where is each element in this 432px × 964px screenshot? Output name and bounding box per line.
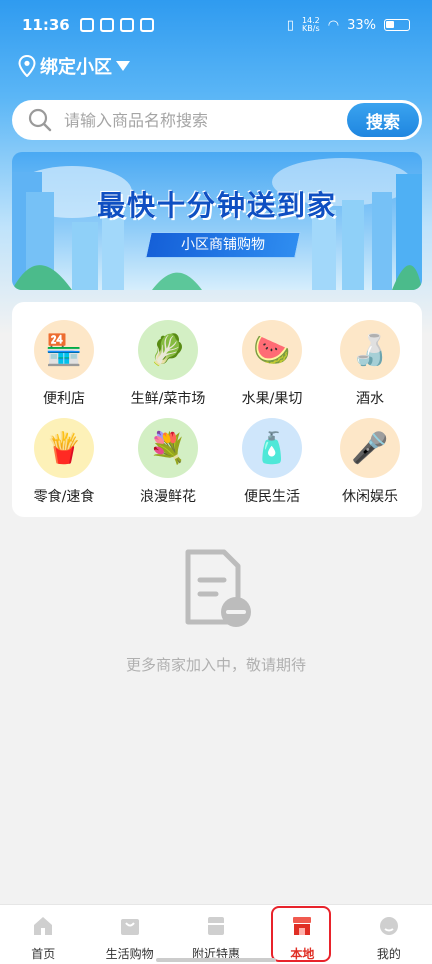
category-label: 酒水 (356, 391, 384, 407)
category-fresh-market[interactable]: 🥬 生鲜/菜市场 (116, 320, 220, 408)
liquor-icon: 🍶 (340, 320, 400, 380)
banner-title: 最快十分钟送到家 (96, 189, 337, 222)
banner-subtitle: 小区商铺购物 (145, 232, 301, 258)
chevron-down-icon (116, 61, 130, 71)
home-indicator (156, 958, 276, 962)
home-icon (34, 917, 53, 935)
location-pin-icon (18, 55, 36, 77)
document-remove-icon (185, 549, 251, 627)
shopping-bag-icon (120, 919, 139, 935)
category-grid: 🏪 便利店 🥬 生鲜/菜市场 🍉 水果/果切 🍶 酒水 🍟 零食/速食 💐 浪漫… (12, 302, 422, 517)
notification-icon (79, 18, 94, 32)
battery-icon (384, 19, 410, 31)
category-fruit[interactable]: 🍉 水果/果切 (220, 320, 324, 408)
nav-label: 首页 (31, 947, 56, 961)
status-right: ▯ 14.2 KB/s ◠ 33% (287, 17, 410, 33)
active-tab-highlight (271, 906, 331, 962)
vibrate-icon: ▯ (286, 17, 294, 33)
nav-nearby-deals[interactable]: 附近特惠 (173, 905, 259, 964)
snacks-icon: 🍟 (34, 418, 94, 478)
nav-home[interactable]: 首页 (0, 905, 86, 964)
notification-icon (99, 18, 114, 32)
bottom-nav: 首页 生活购物 附近特惠 本地 我的 (0, 904, 432, 964)
search-icon (28, 108, 52, 132)
nav-life-shopping[interactable]: 生活购物 (86, 905, 172, 964)
search-bar: 搜索 (12, 100, 422, 140)
category-label: 浪漫鲜花 (140, 489, 196, 505)
battery-percent: 33% (347, 17, 376, 33)
nav-label: 我的 (376, 947, 401, 961)
convenience-store-icon: 🏪 (34, 320, 94, 380)
search-button[interactable]: 搜索 (347, 103, 419, 137)
category-entertainment[interactable]: 🎤 休闲娱乐 (318, 418, 422, 506)
flower-bouquet-icon: 💐 (138, 418, 198, 478)
detergent-icon: 🧴 (242, 418, 302, 478)
fresh-vegetables-icon: 🥬 (138, 320, 198, 380)
category-label: 零食/速食 (33, 489, 95, 505)
category-convenience-store[interactable]: 🏪 便利店 (12, 320, 116, 408)
category-label: 生鲜/菜市场 (130, 391, 206, 407)
category-label: 休闲娱乐 (342, 489, 398, 505)
promo-banner[interactable]: 最快十分钟送到家 小区商铺购物 (12, 152, 422, 290)
profile-icon (379, 917, 398, 935)
category-snacks[interactable]: 🍟 零食/速食 (12, 418, 116, 506)
status-time: 11:36 (22, 16, 70, 34)
notification-icon (139, 18, 154, 32)
location-selector[interactable]: 绑定小区 (18, 52, 130, 80)
microphone-icon: 🎤 (340, 418, 400, 478)
wifi-icon: ◠ (327, 17, 340, 33)
category-flowers[interactable]: 💐 浪漫鲜花 (116, 418, 220, 506)
search-input[interactable] (64, 110, 347, 130)
status-bar: 11:36 ▯ 14.2 KB/s ◠ 33% (0, 0, 432, 50)
fruit-platter-icon: 🍉 (242, 320, 302, 380)
nav-profile[interactable]: 我的 (346, 905, 432, 964)
notification-icon (119, 18, 134, 32)
category-label: 水果/果切 (241, 391, 303, 407)
category-label: 便利店 (43, 391, 85, 407)
location-label: 绑定小区 (40, 57, 112, 78)
category-label: 便民生活 (244, 489, 300, 505)
coupon-icon (208, 917, 225, 935)
net-speed: 14.2 KB/s (301, 16, 320, 33)
category-daily-life[interactable]: 🧴 便民生活 (220, 418, 324, 506)
empty-state-text: 更多商家加入中，敬请期待 (125, 656, 306, 674)
category-liquor[interactable]: 🍶 酒水 (318, 320, 422, 408)
